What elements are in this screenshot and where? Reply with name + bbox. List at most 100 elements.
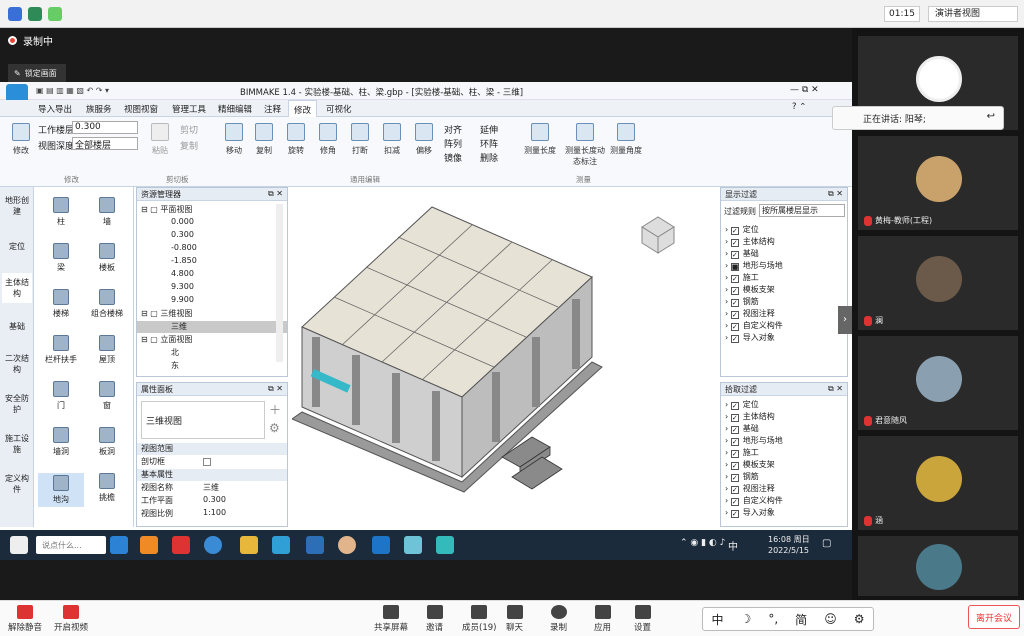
tree-plan-views[interactable]: ⊟ ▢ 平面视图 bbox=[137, 204, 287, 216]
measure-dynamic-button[interactable]: 测量长度动态标注 bbox=[564, 123, 606, 167]
view-depth-select[interactable]: 全部楼层 bbox=[72, 137, 138, 151]
copy-button[interactable]: 复制 bbox=[252, 123, 276, 156]
filter-item[interactable]: › ✓ 定位 bbox=[721, 224, 847, 236]
tab-secondary-structure[interactable]: 二次结构 bbox=[2, 353, 32, 375]
tree-3d-item[interactable]: 三维 bbox=[137, 321, 287, 333]
tree-scrollbar[interactable] bbox=[276, 204, 283, 362]
tree-level[interactable]: 4.800 bbox=[137, 269, 287, 281]
video-button[interactable]: 开启视频 bbox=[54, 605, 88, 633]
break-button[interactable]: 打断 bbox=[348, 123, 372, 156]
lock-screen-button[interactable]: ✎ 锁定画面 bbox=[8, 64, 66, 82]
app-red-icon[interactable] bbox=[172, 536, 190, 554]
participant-tile[interactable]: 涵 bbox=[858, 436, 1018, 530]
participant-tile[interactable]: 君意随风 bbox=[858, 336, 1018, 430]
ime-moon-icon[interactable]: ☽ bbox=[741, 612, 752, 626]
palette-slab-opening[interactable]: 板洞 bbox=[84, 427, 130, 457]
shield-icon[interactable] bbox=[28, 7, 42, 21]
mirror-button[interactable]: 镜像 bbox=[444, 151, 462, 164]
tree-elevation-item[interactable]: 北 bbox=[137, 347, 287, 359]
tab-foundation[interactable]: 基础 bbox=[2, 321, 32, 332]
quick-access-icons[interactable]: ▣ ▤ ▥ ▦ ▧ ↶ ↷ ▾ bbox=[36, 86, 109, 95]
leave-meeting-button[interactable]: 离开会议 bbox=[968, 605, 1020, 629]
ie-browser-icon[interactable] bbox=[110, 536, 128, 554]
paste-button[interactable]: 粘贴 bbox=[148, 123, 172, 156]
palette-roof[interactable]: 屋顶 bbox=[84, 335, 130, 365]
menu-fine-edit[interactable]: 精细编辑 bbox=[218, 103, 252, 115]
filter-item[interactable]: › ✓ 视图注释 bbox=[721, 308, 847, 320]
view-type-selector[interactable]: 三维视图 bbox=[141, 401, 265, 439]
app-orange-icon[interactable] bbox=[140, 536, 158, 554]
record-button[interactable]: 录制 bbox=[550, 605, 567, 633]
settings-button[interactable]: 设置 bbox=[634, 605, 651, 633]
menu-import-export[interactable]: 导入导出 bbox=[38, 103, 72, 115]
filter-item[interactable]: › ■ 地形与场地 bbox=[721, 260, 847, 272]
chat-input[interactable]: 说点什么... bbox=[36, 536, 106, 554]
tree-level[interactable]: -1.850 bbox=[137, 256, 287, 268]
ime-punct-button[interactable]: °, bbox=[768, 612, 778, 626]
palette-combo-stair[interactable]: 组合楼梯 bbox=[84, 289, 130, 319]
tree-elevation-views[interactable]: ⊟ ▢ 立面视图 bbox=[137, 334, 287, 346]
measure-length-button[interactable]: 测量长度 bbox=[522, 123, 558, 156]
bimmake-task-icon[interactable] bbox=[272, 536, 290, 554]
tree-level[interactable]: 0.300 bbox=[137, 230, 287, 242]
menu-manage[interactable]: 管理工具 bbox=[172, 103, 206, 115]
section-basic-props[interactable]: 基本属性 bbox=[137, 469, 287, 481]
cut-box-checkbox[interactable] bbox=[203, 458, 211, 466]
pick-item[interactable]: › ✓ 定位 bbox=[721, 399, 847, 411]
pick-item[interactable]: › ✓ 地形与场地 bbox=[721, 435, 847, 447]
windows-start-icon[interactable] bbox=[10, 536, 28, 554]
menu-visualize[interactable]: 可视化 bbox=[326, 103, 352, 115]
tray-ime[interactable]: 中 bbox=[728, 538, 738, 553]
section-view-range[interactable]: 视图范围 bbox=[137, 443, 287, 455]
3d-viewport[interactable] bbox=[290, 187, 718, 527]
filter-rule-select[interactable]: 按所属楼层显示 bbox=[759, 204, 845, 217]
reply-icon[interactable]: ↩ bbox=[987, 111, 995, 122]
tree-level[interactable]: 9.300 bbox=[137, 282, 287, 294]
add-icon[interactable]: ＋ bbox=[269, 401, 281, 418]
tab-construction-facility[interactable]: 施工设施 bbox=[2, 433, 32, 455]
pick-item[interactable]: › ✓ 钢筋 bbox=[721, 471, 847, 483]
participant-tile[interactable]: 黄梅-教师(工程) bbox=[858, 136, 1018, 230]
panel-close-icon[interactable]: ⧉ ✕ bbox=[268, 384, 283, 394]
view-mode-select[interactable]: 演讲者视图 bbox=[928, 6, 1018, 22]
filter-item[interactable]: › ✓ 导入对象 bbox=[721, 332, 847, 344]
tree-level[interactable]: 0.000 bbox=[137, 217, 287, 229]
ring-array-button[interactable]: 环阵 bbox=[480, 137, 498, 150]
pick-item[interactable]: › ✓ 视图注释 bbox=[721, 483, 847, 495]
modify-tool-button[interactable]: 修改 bbox=[8, 123, 34, 156]
filter-item[interactable]: › ✓ 主体结构 bbox=[721, 236, 847, 248]
prop-value[interactable]: 1:100 bbox=[203, 508, 226, 517]
ime-settings-icon[interactable]: ⚙ bbox=[854, 612, 865, 626]
tree-level[interactable]: -0.800 bbox=[137, 243, 287, 255]
tab-terrain[interactable]: 地形创建 bbox=[2, 195, 32, 217]
panel-close-icon[interactable]: ⧉ ✕ bbox=[268, 189, 283, 199]
apps-button[interactable]: 应用 bbox=[594, 605, 611, 633]
palette-trench[interactable]: 地沟 bbox=[38, 473, 84, 507]
filter-item[interactable]: › ✓ 基础 bbox=[721, 248, 847, 260]
measure-angle-button[interactable]: 测量角度 bbox=[608, 123, 644, 156]
palette-column[interactable]: 柱 bbox=[38, 197, 84, 227]
tree-3d-views[interactable]: ⊟ ▢ 三维视图 bbox=[137, 308, 287, 320]
gear-icon[interactable]: ⚙ bbox=[269, 421, 280, 435]
ime-simplified-button[interactable]: 简 bbox=[795, 611, 807, 628]
cut-button[interactable]: 剪切 bbox=[180, 123, 198, 136]
prop-value[interactable]: 0.300 bbox=[203, 495, 226, 504]
ime-emoji-icon[interactable]: ☺ bbox=[824, 612, 837, 626]
trim-button[interactable]: 修角 bbox=[316, 123, 340, 156]
extend-button[interactable]: 延伸 bbox=[480, 123, 498, 136]
palette-stair[interactable]: 楼梯 bbox=[38, 289, 84, 319]
menu-view[interactable]: 视图视窗 bbox=[124, 103, 158, 115]
pick-item[interactable]: › ✓ 导入对象 bbox=[721, 507, 847, 519]
palette-eave[interactable]: 挑檐 bbox=[84, 473, 130, 503]
filter-item[interactable]: › ✓ 施工 bbox=[721, 272, 847, 284]
palette-window[interactable]: 窗 bbox=[84, 381, 130, 411]
share-screen-button[interactable]: 共享屏幕 bbox=[374, 605, 408, 633]
info-icon[interactable] bbox=[8, 7, 22, 21]
filter-item[interactable]: › ✓ 模板支架 bbox=[721, 284, 847, 296]
copy-small-button[interactable]: 复制 bbox=[180, 139, 198, 152]
tree-elevation-item[interactable]: 东 bbox=[137, 360, 287, 372]
pick-item[interactable]: › ✓ 主体结构 bbox=[721, 411, 847, 423]
window-controls[interactable]: — ⧉ ✕ bbox=[790, 85, 819, 95]
tree-level[interactable]: 9.900 bbox=[137, 295, 287, 307]
palette-door[interactable]: 门 bbox=[38, 381, 84, 411]
